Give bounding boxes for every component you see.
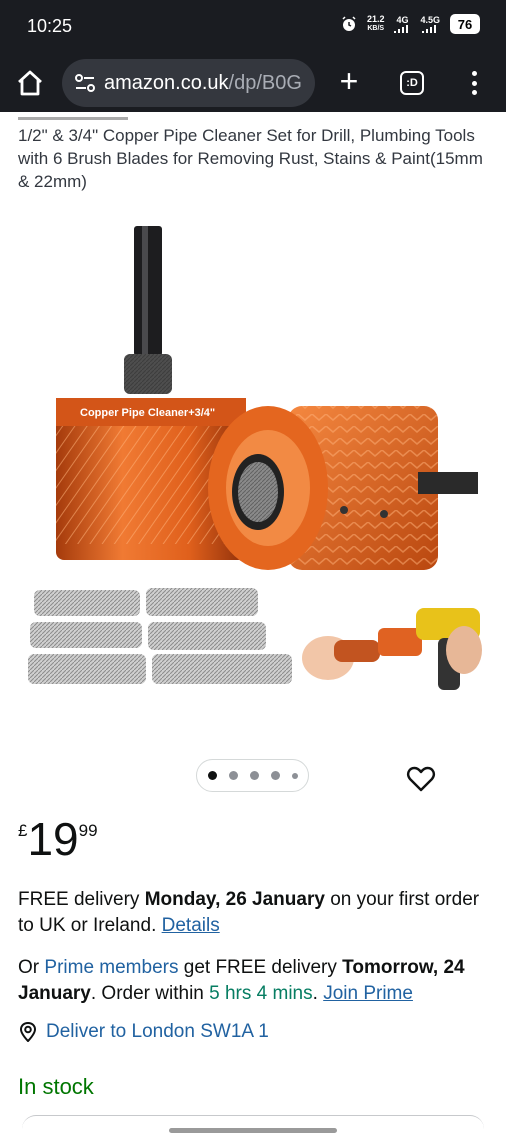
product-title: 1/2" & 3/4" Copper Pipe Cleaner Set for … <box>18 126 483 191</box>
price-currency: £ <box>18 821 28 840</box>
location-pin-icon <box>19 1022 37 1042</box>
signal-1-label: 4G <box>396 14 409 25</box>
gesture-nav-handle[interactable] <box>169 1128 337 1133</box>
prime-delivery-message: Or Prime members get FREE delivery Tomor… <box>18 955 488 1007</box>
prime-members-link[interactable]: Prime members <box>44 957 178 978</box>
status-icons: 21.2 KB/S 4G 4.5G 76 <box>341 14 480 34</box>
image-label: Copper Pipe Cleaner+3/4" <box>80 407 215 419</box>
alarm-icon <box>342 16 356 31</box>
status-time: 10:25 <box>27 16 73 36</box>
delivery-details-link[interactable]: Details <box>162 915 220 936</box>
more-menu-icon[interactable] <box>466 69 482 97</box>
url-domain: amazon.co.uk <box>104 71 229 94</box>
tab-switcher-button[interactable]: :D <box>400 71 424 95</box>
prime-prefix: Or <box>18 957 45 978</box>
join-prime-link[interactable]: Join Prime <box>323 983 413 1004</box>
product-price: £ 19 99 <box>18 813 98 865</box>
price-whole: 19 <box>27 813 79 865</box>
site-settings-icon[interactable] <box>74 74 96 92</box>
carousel-dot[interactable] <box>291 772 298 779</box>
prime-dot: . <box>312 983 324 1004</box>
carousel-dot[interactable] <box>207 771 217 780</box>
deliver-to-location[interactable]: Deliver to London SW1A 1 <box>18 1021 269 1043</box>
carousel-dot[interactable] <box>249 771 259 780</box>
signal-2: 4.5G <box>420 14 440 33</box>
carousel-dot[interactable] <box>270 771 280 780</box>
prime-countdown: 5 hrs 4 mins <box>209 983 313 1004</box>
signal-bars-icon <box>422 24 437 33</box>
deliver-to-text[interactable]: Deliver to London SW1A 1 <box>46 1021 269 1043</box>
price-fraction: 99 <box>78 821 98 840</box>
status-bar: 10:25 21.2 KB/S 4G 4.5G 76 <box>0 0 506 54</box>
delivery-date: Monday, 26 January <box>144 889 325 910</box>
delivery-message: FREE delivery Monday, 26 January on your… <box>18 887 488 939</box>
battery-indicator: 76 <box>450 14 480 34</box>
delivery-prefix: FREE delivery <box>18 889 145 910</box>
home-icon[interactable] <box>15 68 45 98</box>
url-path: /dp/B0G <box>228 71 302 94</box>
net-speed: 21.2 KB/S <box>367 15 385 33</box>
heart-icon[interactable] <box>406 764 436 794</box>
prime-middle: get FREE delivery <box>178 957 343 978</box>
signal-bars-icon <box>394 24 409 33</box>
browser-toolbar: amazon.co.uk/dp/B0G + :D <box>0 54 506 112</box>
product-image[interactable]: Copper Pipe Cleaner+3/4" <box>18 210 488 720</box>
signal-2-label: 4.5G <box>420 14 440 25</box>
net-speed-value: 21.2 <box>366 14 385 24</box>
signal-1: 4G <box>394 14 410 33</box>
net-speed-unit: KB/S <box>367 25 385 32</box>
new-tab-icon[interactable]: + <box>334 65 364 97</box>
cut-off-text <box>18 112 218 120</box>
image-carousel-dots[interactable] <box>196 759 309 792</box>
url-bar[interactable]: amazon.co.uk/dp/B0G <box>62 59 315 107</box>
carousel-dot[interactable] <box>228 771 238 780</box>
prime-order-within: . Order within <box>90 983 210 1004</box>
url-text: amazon.co.uk/dp/B0G <box>104 72 302 95</box>
stock-status: In stock <box>18 1074 94 1099</box>
